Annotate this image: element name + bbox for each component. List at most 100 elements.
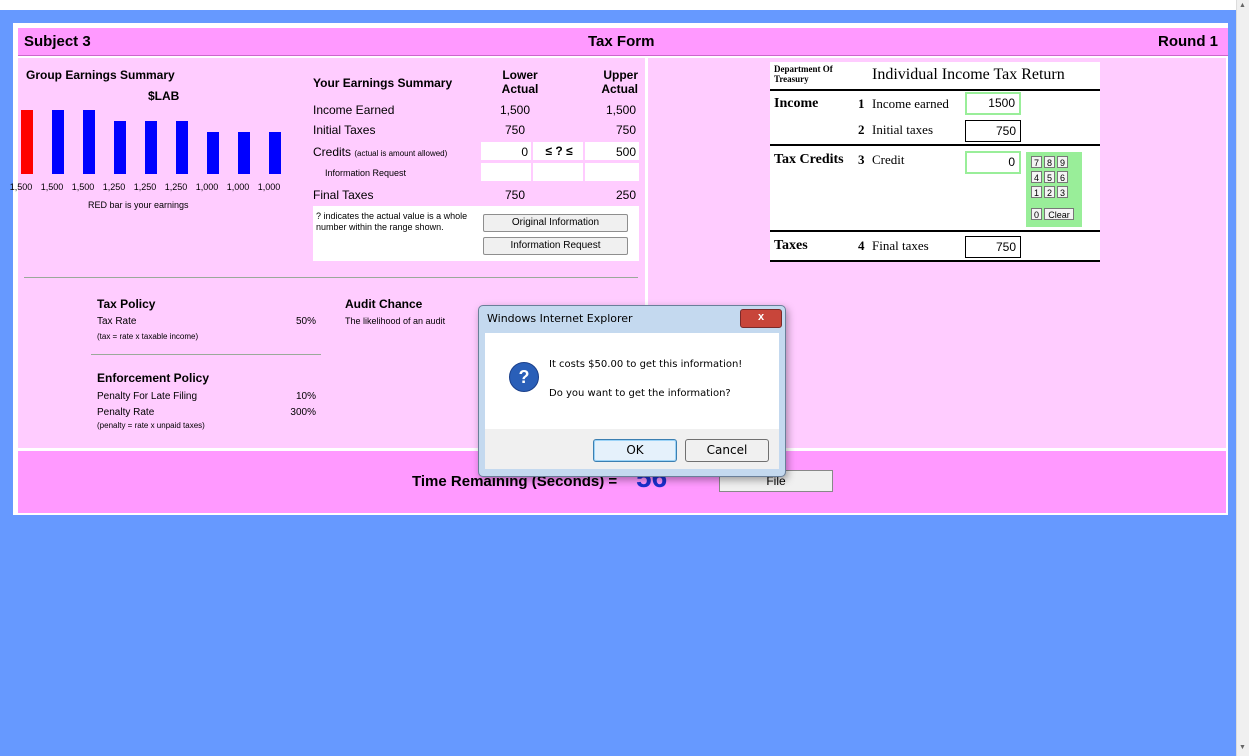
information-request-button[interactable]: Information Request [483,237,628,255]
dialog-title: Windows Internet Explorer [487,312,633,325]
key-6[interactable]: 6 [1057,171,1068,183]
chart-caption: RED bar is your earnings [88,200,189,210]
earnings-tick-label: 1,000 [195,182,219,192]
currency-label: $LAB [148,89,180,103]
enforcement-policy-title: Enforcement Policy [97,371,210,385]
line4-number: 4 [858,238,865,253]
key-9[interactable]: 9 [1057,156,1068,168]
final-taxes-label: Final Taxes [313,188,374,202]
earnings-bar [207,132,219,174]
earnings-tick-label: 1,250 [102,182,126,192]
earnings-tick-label: 1,250 [164,182,188,192]
final-lower-value: 750 [504,188,526,202]
dialog-body: ? It costs $50.00 to get this informatio… [485,333,779,429]
line1-number: 1 [858,96,865,111]
key-7[interactable]: 7 [1031,156,1042,168]
form-rule-1 [770,89,1100,91]
penalty-rate-note: (penalty = rate x unpaid taxes) [97,421,205,430]
earnings-bar [52,110,64,174]
department-label: Department Of Treasury [774,64,833,84]
initial-lower-value: 750 [504,123,526,137]
credits-upper-value: 500 [615,145,636,159]
your-earnings-title: Your Earnings Summary [313,76,453,90]
key-0[interactable]: 0 [1031,208,1042,220]
dialog-close-button[interactable]: x [740,309,782,328]
upper-actual-header: Upper Actual [601,68,638,96]
tax-rate-note: (tax = rate x taxable income) [97,332,199,341]
audit-chance-title: Audit Chance [345,297,423,311]
initial-upper-value: 750 [615,123,636,137]
line1-label: Income earned [872,96,949,111]
credits-range-symbol: ≤ ? ≤ [545,144,573,158]
tax-credits-section-label: Tax Credits [774,152,844,167]
credits-lower-value: 0 [521,145,528,159]
key-8[interactable]: 8 [1044,156,1055,168]
credit-field[interactable]: 0 [965,151,1021,174]
vertical-scrollbar[interactable]: ▲ ▼ [1236,0,1249,756]
info-upper-cell [585,163,639,181]
penalty-rate-value: 300% [290,407,316,418]
initial-taxes-field[interactable]: 750 [965,120,1021,142]
penalty-rate-label: Penalty Rate [97,407,155,418]
dialog-message-line2: Do you want to get the information? [549,388,731,399]
numeric-keypad: 7 8 9 4 5 6 1 2 3 0 Clear [1026,152,1082,227]
group-earnings-title: Group Earnings Summary [26,68,175,82]
cancel-button[interactable]: Cancel [685,439,769,462]
income-earned-label: Income Earned [313,103,395,117]
form-rule-2 [770,144,1100,146]
late-filing-label: Penalty For Late Filing [97,391,198,402]
policy-divider [91,354,321,355]
earnings-bar [238,132,250,174]
key-3[interactable]: 3 [1057,186,1068,198]
question-icon: ? [509,362,539,392]
group-earnings-chart [16,110,281,174]
tax-policy-title: Tax Policy [97,297,156,311]
range-note: ? indicates the actual value is a whole … [316,211,468,232]
info-lower-cell [481,163,531,181]
credits-note: (actual is amount allowed) [354,149,448,158]
form-rule-3 [770,230,1100,232]
key-4[interactable]: 4 [1031,171,1042,183]
credits-label-text: Credits [313,145,352,159]
earnings-bar [83,110,95,174]
key-1[interactable]: 1 [1031,186,1042,198]
key-2[interactable]: 2 [1044,186,1055,198]
earnings-tick-label: 1,000 [257,182,281,192]
confirm-dialog: Windows Internet Explorer x ? It costs $… [478,305,786,477]
earnings-tick-label: 1,000 [226,182,250,192]
form-rule-4 [770,260,1100,262]
page-title: Tax Form [588,33,655,50]
key-5[interactable]: 5 [1044,171,1055,183]
earnings-bar [269,132,281,174]
credits-label: Credits (actual is amount allowed) [313,145,447,159]
info-mid-cell [533,163,583,181]
scroll-down-icon[interactable]: ▼ [1239,744,1246,751]
earnings-bar [145,121,157,174]
section-divider [24,277,638,278]
earnings-tick-label: 1,500 [71,182,95,192]
final-upper-value: 250 [615,188,636,202]
initial-taxes-label: Initial Taxes [313,123,376,137]
final-taxes-field[interactable]: 750 [965,236,1021,258]
income-earned-field[interactable]: 1500 [965,92,1021,115]
late-filing-value: 10% [295,391,316,402]
tax-rate-label: Tax Rate [97,316,137,327]
information-request-label: Information Request [325,168,407,178]
browser-top-strip [0,0,1249,10]
income-lower-value: 1,500 [499,103,531,117]
audit-chance-text: The likelihood of an audit [345,316,446,326]
line3-number: 3 [858,152,865,167]
earnings-bar [176,121,188,174]
original-information-button[interactable]: Original Information [483,214,628,232]
key-clear[interactable]: Clear [1044,208,1074,220]
round-label: Round 1 [1158,33,1218,50]
ok-button[interactable]: OK [593,439,677,462]
scroll-up-icon[interactable]: ▲ [1239,2,1246,9]
line2-label: Initial taxes [872,122,934,137]
close-icon: x [757,311,765,323]
title-bar: Subject 3 Tax Form Round 1 [18,28,1228,56]
lower-actual-header: Lower Actual [501,68,539,96]
chart-tick-labels: 1,500 1,500 1,500 1,250 1,250 1,250 1,000 1,000… [10,182,306,194]
dialog-footer: OK Cancel [485,429,779,469]
line4-label: Final taxes [872,238,929,253]
